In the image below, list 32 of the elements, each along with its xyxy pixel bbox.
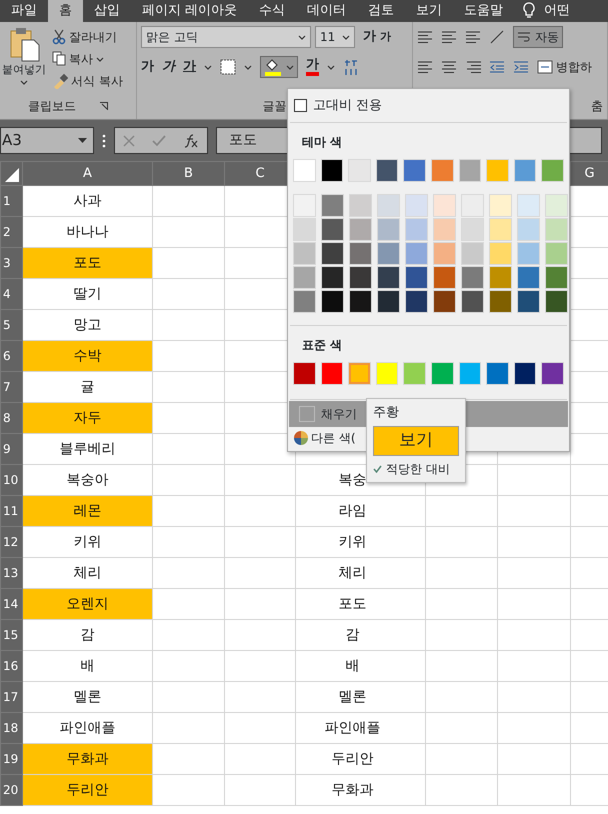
section-header: 테마 색: [302, 135, 342, 149]
table-cell: 두리안: [296, 744, 426, 774]
color-name: 주황: [373, 404, 400, 422]
group-label: 글꼴: [262, 99, 286, 113]
table-cell: 배: [296, 650, 426, 682]
table-cell: 무화과: [22, 744, 152, 774]
table-cell: 수박: [22, 340, 152, 372]
table-cell: 포도: [22, 248, 152, 278]
contrast-preview: 보기: [373, 426, 459, 456]
table-cell: 멜론: [296, 682, 426, 712]
table-cell: 무화과: [296, 774, 426, 806]
table-cell: 두리안: [22, 774, 152, 806]
group-label: 클립보드: [28, 98, 76, 115]
checkbox-label: 고대비 전용: [313, 96, 382, 115]
table-cell: 라임: [296, 496, 426, 526]
section-header: 표준 색: [302, 338, 342, 352]
table-cell: 감: [296, 620, 426, 650]
table-cell: 포도: [296, 588, 426, 620]
table-cell: 사과: [22, 186, 152, 216]
table-cell: 파인애플: [296, 712, 426, 744]
table-cell: 감: [22, 620, 152, 650]
table-cell: 블루베리: [22, 434, 152, 464]
table-cell: 딸기: [22, 278, 152, 310]
table-cell: 체리: [296, 558, 426, 588]
table-cell: 키위: [296, 526, 426, 558]
table-cell: 키위: [22, 526, 152, 558]
table-cell: 멜론: [22, 682, 152, 712]
table-cell: 자두: [22, 402, 152, 434]
table-cell: 배: [22, 650, 152, 682]
table-cell: 레몬: [22, 496, 152, 526]
group-label: 춤: [591, 99, 603, 113]
table-cell: 오렌지: [22, 588, 152, 620]
